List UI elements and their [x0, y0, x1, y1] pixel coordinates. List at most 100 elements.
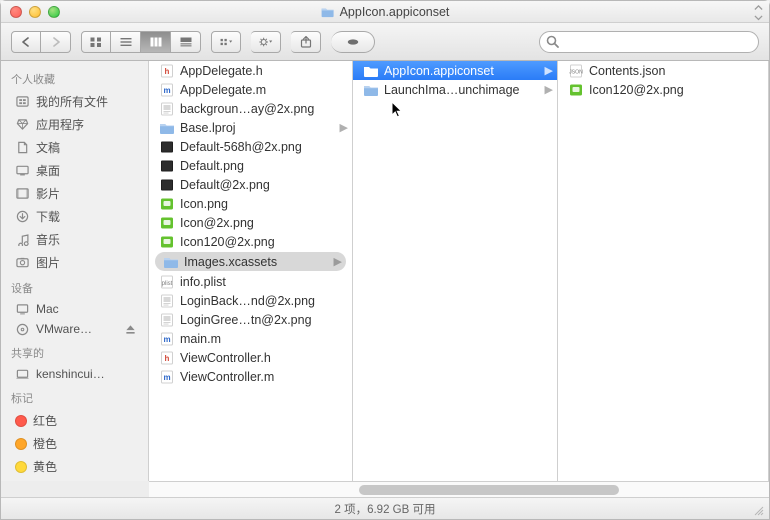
file-row[interactable]: LaunchIma…unchimage▶	[353, 80, 557, 99]
file-name: Contents.json	[589, 64, 665, 78]
sidebar-item[interactable]: kenshincui…	[1, 364, 148, 384]
file-row[interactable]: Icon120@2x.png	[149, 232, 352, 251]
file-name: Default.png	[180, 159, 244, 173]
scrollbar-thumb[interactable]	[359, 485, 619, 495]
svg-text:m: m	[163, 373, 170, 382]
sidebar-item[interactable]: 图片	[1, 251, 148, 274]
svg-text:h: h	[165, 67, 170, 76]
action-button[interactable]	[251, 31, 281, 53]
file-name: AppIcon.appiconset	[384, 64, 494, 78]
horizontal-scrollbar[interactable]	[149, 481, 769, 497]
sidebar-item-label: 应用程序	[36, 116, 84, 133]
file-row[interactable]: AppIcon.appiconset ▶	[353, 61, 557, 80]
folder-icon	[321, 6, 335, 18]
fullscreen-button[interactable]	[754, 5, 763, 24]
file-row[interactable]: h AppDelegate.h	[149, 61, 352, 80]
file-row[interactable]: Base.lproj▶	[149, 118, 352, 137]
back-button[interactable]	[11, 31, 41, 53]
status-bar: 2 项，6.92 GB 可用	[1, 497, 769, 519]
file-row[interactable]: Icon120@2x.png	[558, 80, 768, 99]
sidebar-item[interactable]: VMware…	[1, 319, 148, 339]
finder-window: AppIcon.appiconset 个人收藏我的所有文件应用程序文稿桌面影片下…	[0, 0, 770, 520]
file-name: ViewController.h	[180, 351, 271, 365]
file-name: main.m	[180, 332, 221, 346]
file-name: Icon.png	[180, 197, 228, 211]
sidebar-item-label: 我的所有文件	[36, 93, 108, 110]
sidebar-item[interactable]: 音乐	[1, 228, 148, 251]
column-view-button[interactable]	[141, 31, 171, 53]
column: AppIcon.appiconset▶LaunchIma…unchimage▶	[353, 61, 558, 481]
file-row[interactable]: Default@2x.png	[149, 175, 352, 194]
file-name: AppDelegate.m	[180, 83, 266, 97]
resize-handle[interactable]	[753, 505, 765, 517]
file-name: backgroun…ay@2x.png	[180, 102, 314, 116]
file-row[interactable]: m AppDelegate.m	[149, 80, 352, 99]
file-name: Icon120@2x.png	[180, 235, 275, 249]
file-row[interactable]: backgroun…ay@2x.png	[149, 99, 352, 118]
sidebar-item[interactable]: 我的所有文件	[1, 90, 148, 113]
file-name: info.plist	[180, 275, 226, 289]
window-title-text: AppIcon.appiconset	[340, 5, 450, 19]
arrange-button[interactable]	[211, 31, 241, 53]
svg-text:h: h	[165, 354, 170, 363]
sidebar-item-label: kenshincui…	[36, 367, 105, 381]
file-name: LoginBack…nd@2x.png	[180, 294, 315, 308]
forward-button[interactable]	[41, 31, 71, 53]
chevron-right-icon: ▶	[545, 83, 553, 96]
sidebar-item[interactable]: 影片	[1, 182, 148, 205]
file-row[interactable]: mViewController.m	[149, 367, 352, 386]
chevron-right-icon: ▶	[340, 121, 348, 134]
sidebar-item[interactable]: 下载	[1, 205, 148, 228]
file-name: AppDelegate.h	[180, 64, 263, 78]
file-row[interactable]: plist info.plist	[149, 272, 352, 291]
sidebar-section-header: 共享的	[1, 339, 148, 364]
icon-view-button[interactable]	[81, 31, 111, 53]
svg-text:plist: plist	[162, 281, 173, 287]
column: h AppDelegate.h m AppDelegate.m backgroun…ay…	[149, 61, 353, 481]
file-row[interactable]: Icon.png	[149, 194, 352, 213]
file-name: Images.xcassets	[184, 255, 277, 269]
cursor-icon	[391, 101, 405, 119]
sidebar-item-label: 影片	[36, 185, 60, 202]
titlebar: AppIcon.appiconset	[1, 1, 769, 23]
eject-icon[interactable]	[123, 323, 138, 336]
sidebar-item[interactable]: 文稿	[1, 136, 148, 159]
view-buttons	[81, 31, 201, 53]
close-button[interactable]	[10, 6, 22, 18]
list-view-button[interactable]	[111, 31, 141, 53]
sidebar-item[interactable]: 橙色	[1, 432, 148, 455]
tags-button[interactable]	[331, 31, 375, 53]
zoom-button[interactable]	[48, 6, 60, 18]
file-row[interactable]: Icon@2x.png	[149, 213, 352, 232]
share-button[interactable]	[291, 31, 321, 53]
file-row[interactable]: h ViewController.h	[149, 348, 352, 367]
sidebar-item[interactable]: 应用程序	[1, 113, 148, 136]
file-name: Default@2x.png	[180, 178, 270, 192]
svg-text:m: m	[163, 86, 170, 95]
file-name: Default-568h@2x.png	[180, 140, 302, 154]
file-row[interactable]: mmain.m	[149, 329, 352, 348]
sidebar-item[interactable]: 红色	[1, 409, 148, 432]
sidebar-section-header: 设备	[1, 274, 148, 299]
sidebar-item-label: 图片	[36, 254, 60, 271]
chevron-right-icon: ▶	[545, 64, 553, 77]
file-row[interactable]: JSONContents.json	[558, 61, 768, 80]
sidebar-item-label: 音乐	[36, 231, 60, 248]
search-input[interactable]	[539, 31, 759, 53]
sidebar-item[interactable]: Mac	[1, 299, 148, 319]
search-wrap	[539, 31, 759, 53]
file-row[interactable]: Default.png	[149, 156, 352, 175]
search-icon	[546, 35, 559, 48]
coverflow-view-button[interactable]	[171, 31, 201, 53]
file-name: Icon@2x.png	[180, 216, 254, 230]
window-title: AppIcon.appiconset	[321, 5, 450, 19]
file-row[interactable]: LoginGree…tn@2x.png	[149, 310, 352, 329]
main-area: 个人收藏我的所有文件应用程序文稿桌面影片下载音乐图片设备MacVMware…共享…	[1, 61, 769, 481]
file-row[interactable]: LoginBack…nd@2x.png	[149, 291, 352, 310]
sidebar-item[interactable]: 黄色	[1, 455, 148, 478]
file-row[interactable]: Images.xcassets▶	[155, 252, 346, 271]
file-row[interactable]: Default-568h@2x.png	[149, 137, 352, 156]
sidebar-item[interactable]: 桌面	[1, 159, 148, 182]
sidebar-item-label: 橙色	[33, 435, 57, 452]
minimize-button[interactable]	[29, 6, 41, 18]
